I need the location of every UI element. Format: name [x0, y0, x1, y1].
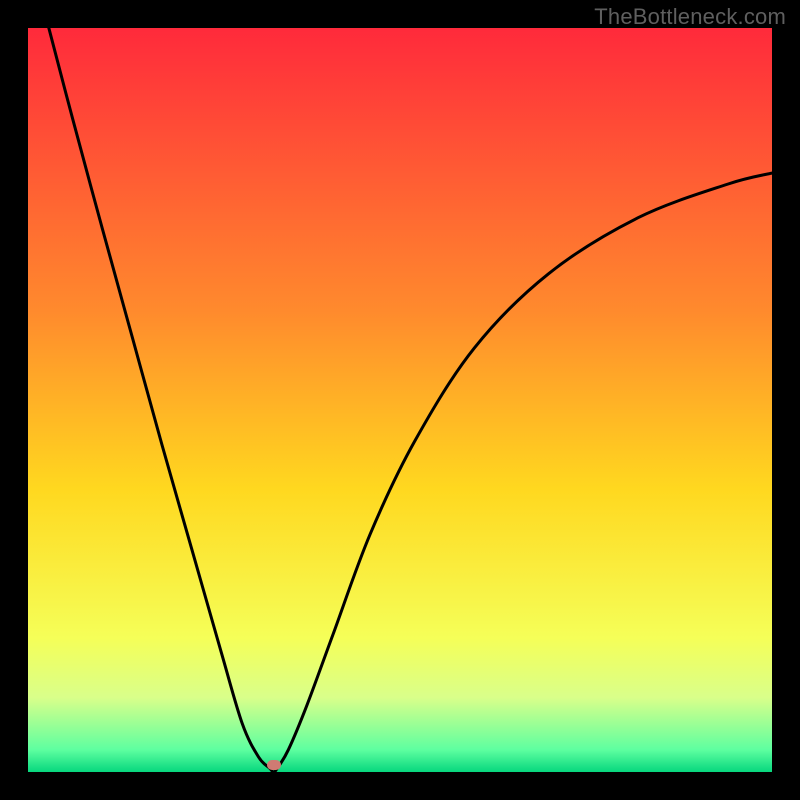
optimum-marker: [267, 760, 281, 770]
chart-background: [28, 28, 772, 772]
chart-frame: TheBottleneck.com: [0, 0, 800, 800]
watermark-text: TheBottleneck.com: [594, 4, 786, 30]
chart-canvas: [28, 28, 772, 772]
